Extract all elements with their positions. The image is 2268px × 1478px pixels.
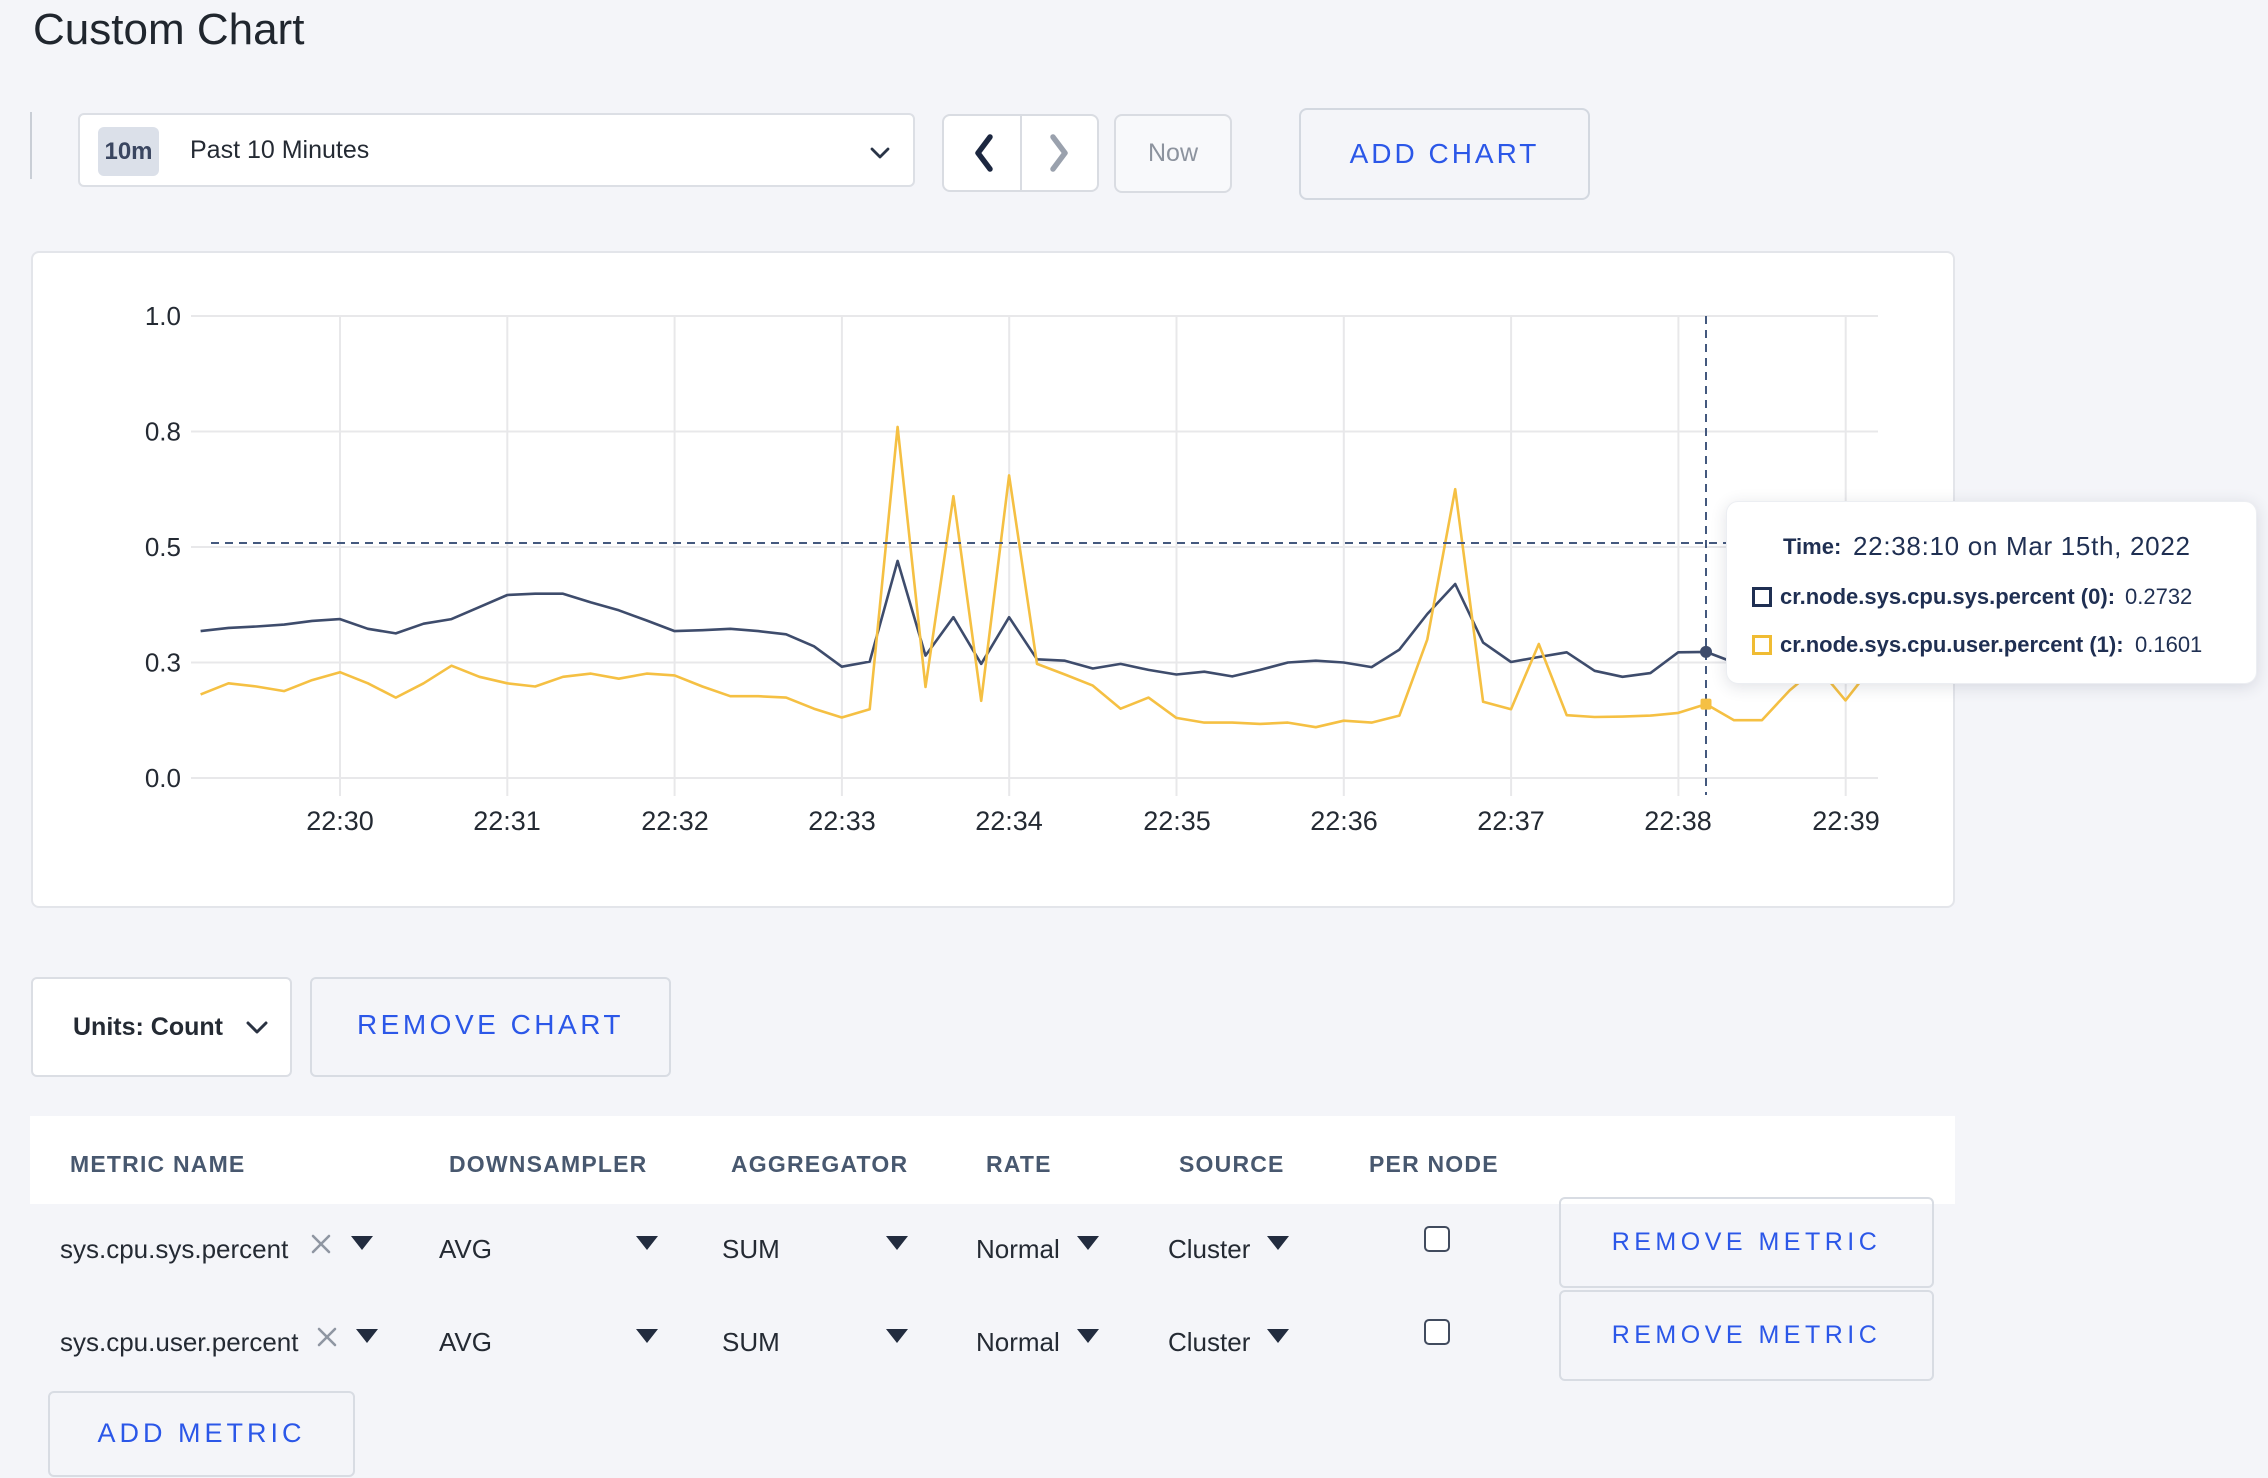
- svg-text:22:33: 22:33: [808, 806, 876, 836]
- svg-text:22:32: 22:32: [641, 806, 709, 836]
- svg-text:22:34: 22:34: [975, 806, 1043, 836]
- svg-text:22:39: 22:39: [1812, 806, 1880, 836]
- svg-text:0.3: 0.3: [145, 648, 181, 678]
- svg-text:22:30: 22:30: [306, 806, 374, 836]
- svg-text:22:35: 22:35: [1143, 806, 1211, 836]
- svg-text:22:38: 22:38: [1644, 806, 1712, 836]
- svg-text:22:37: 22:37: [1477, 806, 1545, 836]
- svg-text:0.0: 0.0: [145, 763, 181, 793]
- svg-text:1.0: 1.0: [145, 301, 181, 331]
- svg-text:0.8: 0.8: [145, 417, 181, 447]
- svg-text:0.5: 0.5: [145, 532, 181, 562]
- svg-text:22:31: 22:31: [473, 806, 541, 836]
- svg-text:22:36: 22:36: [1310, 806, 1378, 836]
